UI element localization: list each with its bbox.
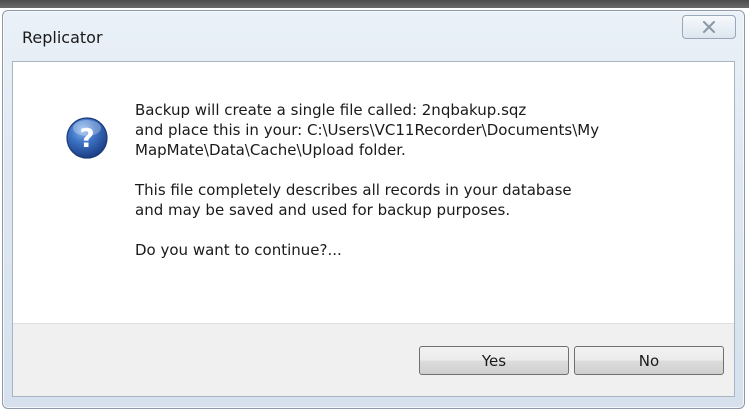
message-paragraph-3: Do you want to continue?... (135, 240, 715, 260)
question-icon: ? (66, 117, 108, 159)
close-icon (703, 21, 715, 33)
svg-text:?: ? (79, 124, 94, 154)
message-line: and may be saved and used for backup pur… (135, 201, 511, 219)
message-paragraph-2: This file completely describes all recor… (135, 180, 715, 220)
message-paragraph-1: Backup will create a single file called:… (135, 100, 715, 160)
message-line: and place this in your: C:\Users\VC11Rec… (135, 121, 600, 139)
close-button[interactable] (682, 15, 736, 39)
message-area: ? Backup will create a single file calle… (13, 62, 734, 326)
button-bar: Yes No (13, 323, 734, 396)
window-title: Replicator (22, 28, 103, 47)
dialog-body: ? Backup will create a single file calle… (12, 61, 735, 397)
message-line: This file completely describes all recor… (135, 181, 572, 199)
message-line: Do you want to continue?... (135, 241, 342, 259)
background-window-edge (0, 0, 749, 8)
title-bar[interactable]: Replicator (3, 11, 744, 67)
no-button[interactable]: No (574, 346, 724, 375)
message-text: Backup will create a single file called:… (135, 100, 715, 260)
message-line: Backup will create a single file called:… (135, 101, 527, 119)
message-line: MapMate\Data\Cache\Upload folder. (135, 141, 406, 159)
replicator-dialog: Replicator ? Backup will create a single… (2, 10, 745, 409)
yes-button[interactable]: Yes (419, 346, 569, 375)
